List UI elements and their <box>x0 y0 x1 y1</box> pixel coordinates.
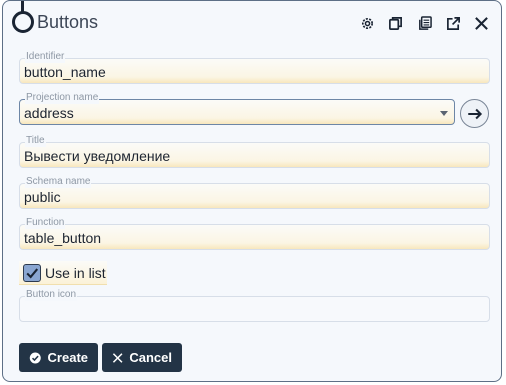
go-to-projection-button[interactable] <box>460 99 489 128</box>
identifier-label: Identifier <box>25 51 66 63</box>
close-icon[interactable] <box>472 14 490 32</box>
function-field[interactable]: Function table_button <box>19 217 490 250</box>
create-button-label: Create <box>47 350 88 365</box>
title-field[interactable]: Title Вывести уведомление <box>19 135 490 168</box>
function-label: Function <box>25 217 66 229</box>
open-external-icon[interactable] <box>444 14 462 32</box>
duplicate-icon[interactable] <box>415 14 433 32</box>
close-icon <box>112 352 123 363</box>
cancel-button[interactable]: Cancel <box>102 343 182 372</box>
title-value: Вывести уведомление <box>24 148 171 164</box>
chevron-down-icon[interactable] <box>440 111 448 116</box>
projection-name-label: Projection name <box>25 92 100 104</box>
use-in-list-label: Use in list <box>45 265 106 281</box>
schema-name-value: public <box>24 189 61 205</box>
copy-icon[interactable] <box>386 14 404 32</box>
projection-name-select[interactable]: Projection name address <box>19 92 455 125</box>
projection-name-value: address <box>24 105 74 121</box>
identifier-value: button_name <box>24 64 106 80</box>
button-icon-field[interactable]: Button icon <box>19 289 490 322</box>
check-circle-icon <box>29 352 41 363</box>
create-button[interactable]: Create <box>19 343 98 372</box>
button-icon-label: Button icon <box>25 289 78 301</box>
schema-name-label: Schema name <box>25 176 92 188</box>
dialog-title: Buttons <box>37 12 99 32</box>
title-label: Title <box>25 135 46 147</box>
use-in-list-checkbox[interactable]: Use in list <box>19 261 107 285</box>
window-ring-icon <box>12 11 34 33</box>
arrow-right-icon <box>467 108 482 119</box>
schema-name-field[interactable]: Schema name public <box>19 176 490 209</box>
gear-icon[interactable] <box>358 14 376 32</box>
cancel-button-label: Cancel <box>129 350 172 365</box>
identifier-field[interactable]: Identifier button_name <box>19 51 490 84</box>
buttons-dialog: Buttons Identifier button_name Projectio… <box>2 0 502 382</box>
function-value: table_button <box>24 230 102 246</box>
checkbox-checked-icon[interactable] <box>23 264 41 282</box>
